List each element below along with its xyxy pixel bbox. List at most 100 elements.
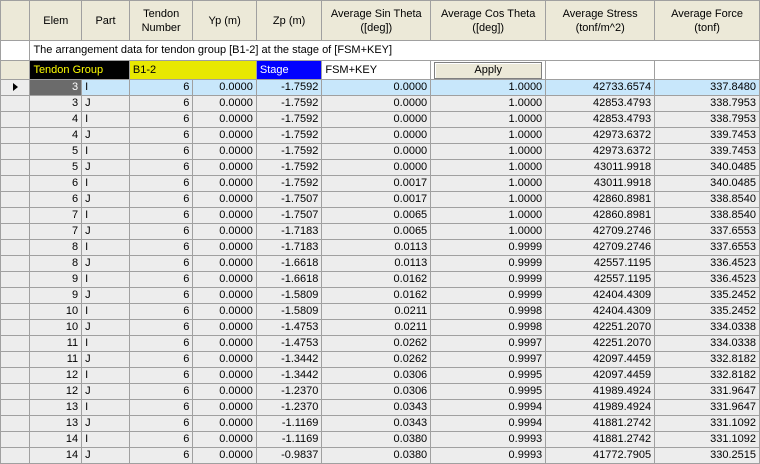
- cell-tendon-number[interactable]: 6: [128, 271, 194, 288]
- cell-part[interactable]: I: [81, 79, 130, 96]
- row-header[interactable]: [0, 351, 31, 368]
- cell-yp[interactable]: 0.0000: [192, 223, 257, 240]
- cell-yp[interactable]: 0.0000: [192, 367, 257, 384]
- cell-yp[interactable]: 0.0000: [192, 399, 257, 416]
- cell-zp[interactable]: -1.7507: [255, 191, 323, 208]
- cell-tendon-number[interactable]: 6: [128, 143, 194, 160]
- cell-avg-stress[interactable]: 41881.2742: [545, 415, 656, 432]
- cell-elem[interactable]: 12: [29, 383, 83, 400]
- table-row[interactable]: 8 I 6 0.0000 -1.7183 0.0113 0.9999 42709.2746 33…: [0, 239, 760, 256]
- cell-avg-sin-theta[interactable]: 0.0017: [321, 175, 432, 192]
- cell-tendon-number[interactable]: 6: [128, 447, 194, 464]
- cell-tendon-number[interactable]: 6: [128, 399, 194, 416]
- cell-avg-force[interactable]: 335.2452: [654, 287, 760, 304]
- cell-avg-sin-theta[interactable]: 0.0162: [321, 287, 432, 304]
- cell-zp[interactable]: -1.1169: [255, 415, 323, 432]
- cell-elem[interactable]: 11: [29, 335, 83, 352]
- cell-tendon-number[interactable]: 6: [128, 79, 194, 96]
- cell-avg-cos-theta[interactable]: 0.9994: [430, 399, 547, 416]
- col-header-avg-force[interactable]: Average Force (tonf): [654, 0, 760, 41]
- table-row[interactable]: 3 J 6 0.0000 -1.7592 0.0000 1.0000 42853.4793 33…: [0, 95, 760, 112]
- cell-avg-force[interactable]: 330.2515: [654, 447, 760, 464]
- cell-avg-stress[interactable]: 42733.6574: [545, 79, 656, 96]
- cell-tendon-number[interactable]: 6: [128, 303, 194, 320]
- cell-avg-sin-theta[interactable]: 0.0065: [321, 223, 432, 240]
- cell-avg-stress[interactable]: 42853.4793: [545, 111, 656, 128]
- table-row[interactable]: 11 J 6 0.0000 -1.3442 0.0262 0.9997 42097.4459 3…: [0, 351, 760, 368]
- cell-avg-force[interactable]: 339.7453: [654, 127, 760, 144]
- cell-zp[interactable]: -1.4753: [255, 319, 323, 336]
- cell-elem[interactable]: 6: [29, 191, 83, 208]
- table-row[interactable]: 5 J 6 0.0000 -1.7592 0.0000 1.0000 43011.9918 34…: [0, 159, 760, 176]
- cell-avg-cos-theta[interactable]: 0.9999: [430, 239, 547, 256]
- row-header[interactable]: [0, 223, 31, 240]
- cell-avg-sin-theta[interactable]: 0.0262: [321, 335, 432, 352]
- row-header[interactable]: [0, 303, 31, 320]
- cell-avg-sin-theta[interactable]: 0.0000: [321, 159, 432, 176]
- col-header-avg-cos-theta[interactable]: Average Cos Theta ([deg]): [430, 0, 547, 41]
- cell-tendon-number[interactable]: 6: [128, 127, 194, 144]
- cell-avg-cos-theta[interactable]: 1.0000: [430, 143, 547, 160]
- cell-avg-stress[interactable]: 41772.7905: [545, 447, 656, 464]
- col-header-part[interactable]: Part: [81, 0, 130, 41]
- cell-part[interactable]: J: [81, 415, 130, 432]
- cell-elem[interactable]: 9: [29, 271, 83, 288]
- cell-yp[interactable]: 0.0000: [192, 79, 257, 96]
- cell-elem[interactable]: 12: [29, 367, 83, 384]
- cell-part[interactable]: I: [81, 207, 130, 224]
- row-header[interactable]: [0, 111, 31, 128]
- row-header[interactable]: [0, 95, 31, 112]
- cell-part[interactable]: I: [81, 271, 130, 288]
- cell-yp[interactable]: 0.0000: [192, 431, 257, 448]
- cell-avg-force[interactable]: 331.9647: [654, 383, 760, 400]
- cell-zp[interactable]: -1.7183: [255, 223, 323, 240]
- cell-avg-stress[interactable]: 42097.4459: [545, 367, 656, 384]
- row-header[interactable]: [0, 399, 31, 416]
- cell-zp[interactable]: -1.2370: [255, 399, 323, 416]
- cell-avg-cos-theta[interactable]: 0.9994: [430, 415, 547, 432]
- cell-avg-stress[interactable]: 42860.8981: [545, 207, 656, 224]
- cell-yp[interactable]: 0.0000: [192, 351, 257, 368]
- cell-tendon-number[interactable]: 6: [128, 383, 194, 400]
- cell-avg-sin-theta[interactable]: 0.0000: [321, 127, 432, 144]
- cell-yp[interactable]: 0.0000: [192, 303, 257, 320]
- cell-avg-cos-theta[interactable]: 0.9998: [430, 303, 547, 320]
- cell-avg-cos-theta[interactable]: 0.9995: [430, 383, 547, 400]
- cell-avg-cos-theta[interactable]: 0.9997: [430, 335, 547, 352]
- cell-avg-cos-theta[interactable]: 1.0000: [430, 175, 547, 192]
- cell-avg-stress[interactable]: 42404.4309: [545, 287, 656, 304]
- cell-avg-cos-theta[interactable]: 1.0000: [430, 207, 547, 224]
- cell-zp[interactable]: -1.5809: [255, 287, 323, 304]
- cell-avg-stress[interactable]: 42853.4793: [545, 95, 656, 112]
- cell-avg-force[interactable]: 337.8480: [654, 79, 760, 96]
- table-row[interactable]: 10 J 6 0.0000 -1.4753 0.0211 0.9998 42251.2070 3…: [0, 319, 760, 336]
- cell-yp[interactable]: 0.0000: [192, 271, 257, 288]
- cell-avg-sin-theta[interactable]: 0.0380: [321, 431, 432, 448]
- row-header[interactable]: [0, 383, 31, 400]
- row-header[interactable]: [0, 319, 31, 336]
- col-header-avg-stress[interactable]: Average Stress (tonf/m^2): [545, 0, 656, 41]
- cell-avg-sin-theta[interactable]: 0.0306: [321, 367, 432, 384]
- cell-part[interactable]: I: [81, 431, 130, 448]
- cell-zp[interactable]: -1.7507: [255, 207, 323, 224]
- table-row[interactable]: 4 I 6 0.0000 -1.7592 0.0000 1.0000 42853.4793 33…: [0, 111, 760, 128]
- cell-avg-force[interactable]: 334.0338: [654, 335, 760, 352]
- table-row[interactable]: 6 J 6 0.0000 -1.7507 0.0017 1.0000 42860.8981 33…: [0, 191, 760, 208]
- row-header[interactable]: [0, 287, 31, 304]
- cell-yp[interactable]: 0.0000: [192, 447, 257, 464]
- cell-part[interactable]: J: [81, 191, 130, 208]
- cell-elem[interactable]: 3: [29, 95, 83, 112]
- row-header[interactable]: [0, 175, 31, 192]
- cell-avg-stress[interactable]: 43011.9918: [545, 175, 656, 192]
- cell-avg-sin-theta[interactable]: 0.0113: [321, 239, 432, 256]
- row-header[interactable]: [0, 367, 31, 384]
- cell-avg-cos-theta[interactable]: 0.9999: [430, 271, 547, 288]
- cell-zp[interactable]: -1.2370: [255, 383, 323, 400]
- cell-avg-stress[interactable]: 42709.2746: [545, 223, 656, 240]
- cell-avg-force[interactable]: 332.8182: [654, 367, 760, 384]
- cell-elem[interactable]: 6: [29, 175, 83, 192]
- cell-zp[interactable]: -1.7592: [255, 143, 323, 160]
- table-row[interactable]: 12 J 6 0.0000 -1.2370 0.0306 0.9995 41989.4924 3…: [0, 383, 760, 400]
- table-row[interactable]: 14 J 6 0.0000 -0.9837 0.0380 0.9993 41772.7905 3…: [0, 447, 760, 464]
- cell-part[interactable]: I: [81, 143, 130, 160]
